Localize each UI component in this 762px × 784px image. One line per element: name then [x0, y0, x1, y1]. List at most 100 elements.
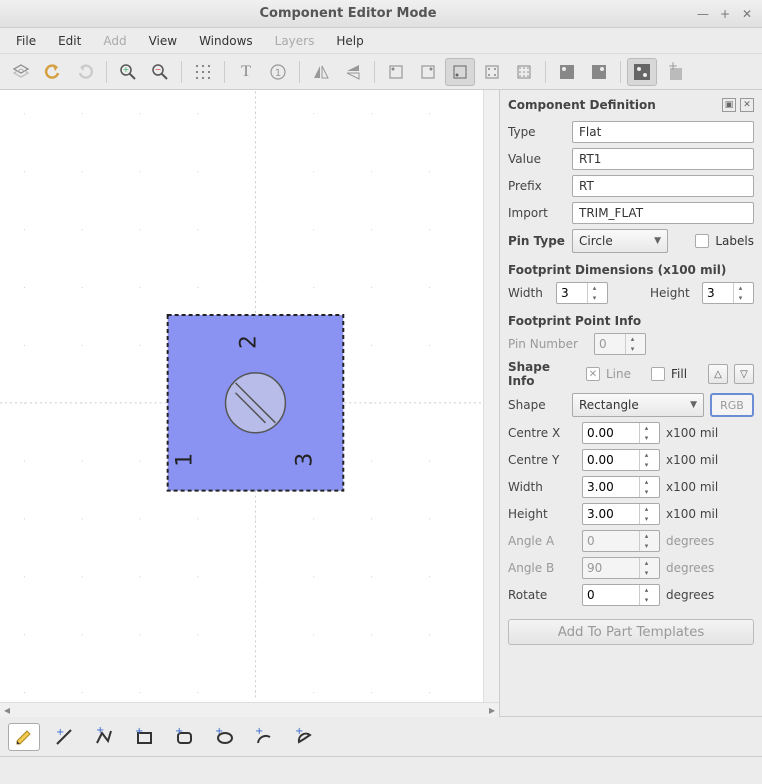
- svg-text:+: +: [123, 65, 130, 74]
- tool-pie-icon[interactable]: +: [288, 723, 320, 751]
- statusbar: [0, 756, 762, 784]
- cy-spin[interactable]: ▴▾: [582, 449, 660, 471]
- close-button[interactable]: ✕: [740, 7, 754, 21]
- maximize-button[interactable]: +: [718, 7, 732, 21]
- triangle-down-button[interactable]: ▽: [734, 364, 754, 384]
- fill-label: Fill: [671, 367, 687, 381]
- shape-label: Shape: [508, 398, 566, 412]
- align-2-icon[interactable]: [584, 58, 614, 86]
- sw-spin[interactable]: ▴▾: [582, 476, 660, 498]
- tool-pencil-icon[interactable]: [8, 723, 40, 751]
- snap-2-icon[interactable]: [413, 58, 443, 86]
- panel-header: Component Definition ▣ ✕: [508, 94, 754, 116]
- fp-width-label: Width: [508, 286, 550, 300]
- fill-checkbox[interactable]: [651, 367, 665, 381]
- tool-polyline-icon[interactable]: +: [88, 723, 120, 751]
- svg-text:+: +: [135, 727, 143, 737]
- triangle-up-button[interactable]: △: [708, 364, 728, 384]
- svg-text:+: +: [56, 727, 64, 738]
- rgb-button[interactable]: RGB: [710, 393, 754, 417]
- canvas-area: 1 2 3 ◂ ▸: [0, 90, 500, 716]
- panel-detach-icon[interactable]: ▣: [722, 98, 736, 112]
- minimize-button[interactable]: —: [696, 7, 710, 21]
- titlebar: Component Editor Mode — + ✕: [0, 0, 762, 28]
- redo-icon[interactable]: [70, 58, 100, 86]
- scrollbar-vertical[interactable]: [483, 90, 499, 702]
- prefix-label: Prefix: [508, 179, 566, 193]
- svg-text:1: 1: [275, 68, 281, 79]
- sh-label: Height: [508, 507, 576, 521]
- menu-windows[interactable]: Windows: [189, 30, 263, 52]
- sw-unit: x100 mil: [666, 480, 718, 494]
- rot-label: Rotate: [508, 588, 576, 602]
- panel-close-icon[interactable]: ✕: [740, 98, 754, 112]
- labels-checkbox[interactable]: [695, 234, 709, 248]
- tool-line-icon[interactable]: +: [48, 723, 80, 751]
- align-1-icon[interactable]: [552, 58, 582, 86]
- line-checkbox[interactable]: ✕: [586, 367, 600, 381]
- cx-spin[interactable]: ▴▾: [582, 422, 660, 444]
- ab-unit: degrees: [666, 561, 714, 575]
- labels-label: Labels: [715, 234, 754, 248]
- tool-roundrect-icon[interactable]: +: [168, 723, 200, 751]
- line-label: Line: [606, 367, 631, 381]
- ab-spin: ▴▾: [582, 557, 660, 579]
- prefix-input[interactable]: [572, 175, 754, 197]
- sh-unit: x100 mil: [666, 507, 718, 521]
- pinnum-spin: ▴▾: [594, 333, 646, 355]
- type-input[interactable]: [572, 121, 754, 143]
- sw-label: Width: [508, 480, 576, 494]
- mode-add-icon[interactable]: +: [659, 58, 689, 86]
- shapeinfo-label: Shape Info: [508, 360, 580, 388]
- svg-text:+: +: [215, 727, 223, 737]
- cx-unit: x100 mil: [666, 426, 718, 440]
- add-templates-button[interactable]: Add To Part Templates: [508, 619, 754, 645]
- snap-1-icon[interactable]: [381, 58, 411, 86]
- zoom-in-icon[interactable]: +: [113, 58, 143, 86]
- sh-spin[interactable]: ▴▾: [582, 503, 660, 525]
- scrollbar-horizontal[interactable]: ◂ ▸: [0, 702, 499, 717]
- text-icon[interactable]: T: [231, 58, 261, 86]
- undo-icon[interactable]: [38, 58, 68, 86]
- toolbar: + − T 1 +: [0, 54, 762, 90]
- pintype-select[interactable]: Circle▼: [572, 229, 668, 253]
- grid-icon[interactable]: [188, 58, 218, 86]
- fp-width-spin[interactable]: ▴▾: [556, 282, 608, 304]
- layers-icon[interactable]: [6, 58, 36, 86]
- value-input[interactable]: [572, 148, 754, 170]
- snap-3-icon[interactable]: [445, 58, 475, 86]
- svg-text:−: −: [155, 65, 162, 74]
- svg-text:+: +: [175, 727, 183, 737]
- number-icon[interactable]: 1: [263, 58, 293, 86]
- menu-edit[interactable]: Edit: [48, 30, 91, 52]
- pinnum-label: Pin Number: [508, 337, 588, 351]
- rot-unit: degrees: [666, 588, 714, 602]
- rot-spin[interactable]: ▴▾: [582, 584, 660, 606]
- flip-h-icon[interactable]: [306, 58, 336, 86]
- snap-grid-1-icon[interactable]: [477, 58, 507, 86]
- tool-arc-icon[interactable]: +: [248, 723, 280, 751]
- menu-help[interactable]: Help: [326, 30, 373, 52]
- aa-label: Angle A: [508, 534, 576, 548]
- sidebar: Component Definition ▣ ✕ Type Value Pref…: [500, 90, 762, 716]
- canvas[interactable]: 1 2 3: [0, 90, 483, 702]
- flip-v-icon[interactable]: [338, 58, 368, 86]
- svg-text:+: +: [668, 62, 678, 73]
- tool-ellipse-icon[interactable]: +: [208, 723, 240, 751]
- svg-text:+: +: [295, 727, 303, 737]
- menu-file[interactable]: File: [6, 30, 46, 52]
- shape-select[interactable]: Rectangle▼: [572, 393, 704, 417]
- svg-text:+: +: [255, 727, 263, 737]
- tool-rect-icon[interactable]: +: [128, 723, 160, 751]
- mode-component-icon[interactable]: [627, 58, 657, 86]
- zoom-out-icon[interactable]: −: [145, 58, 175, 86]
- import-input[interactable]: [572, 202, 754, 224]
- pin-1-label: 1: [173, 453, 198, 467]
- pin-3-label: 3: [292, 453, 317, 467]
- cy-label: Centre Y: [508, 453, 576, 467]
- menubar: File Edit Add View Windows Layers Help: [0, 28, 762, 54]
- menu-view[interactable]: View: [139, 30, 187, 52]
- cx-label: Centre X: [508, 426, 576, 440]
- snap-grid-2-icon[interactable]: [509, 58, 539, 86]
- fp-height-spin[interactable]: ▴▾: [702, 282, 754, 304]
